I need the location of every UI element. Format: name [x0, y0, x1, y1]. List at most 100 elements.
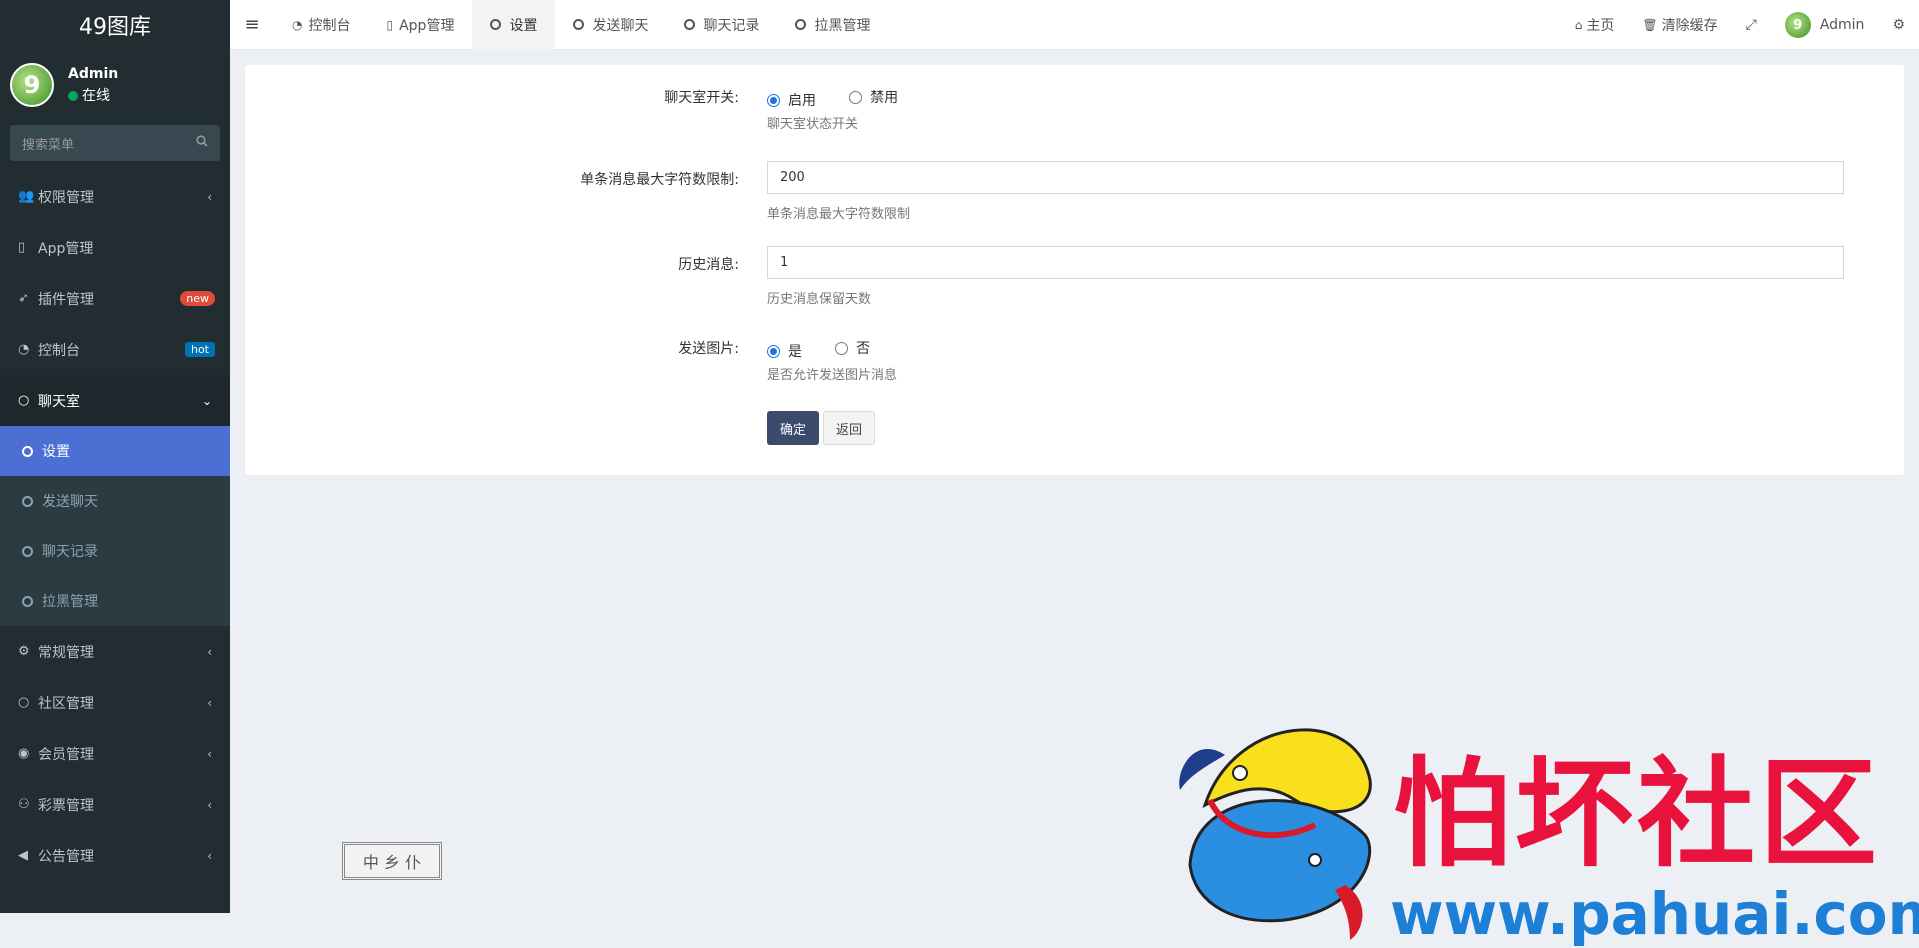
sidebar-item-members[interactable]: ◉ 会员管理 ‹: [0, 728, 230, 779]
menu-toggle-icon[interactable]: ≡: [230, 14, 274, 35]
chat-switch-on-radio[interactable]: 启用: [767, 90, 816, 110]
user-menu[interactable]: 9 Admin: [1771, 12, 1879, 38]
gears-icon: ⚙: [1892, 17, 1905, 33]
user-status: 在线: [68, 85, 118, 107]
user-status-text: 在线: [82, 88, 110, 104]
chevron-left-icon: ‹: [207, 848, 212, 863]
max-chars-field: 200: [767, 161, 1844, 194]
fullscreen-button[interactable]: ⤢: [1732, 17, 1771, 33]
sidebar-item-label: 会员管理: [38, 746, 94, 763]
app-logo[interactable]: 49图库: [0, 0, 230, 50]
tab-label: 拉黑管理: [814, 17, 871, 34]
tab-label: App管理: [399, 17, 455, 34]
sidebar-item-chatroom[interactable]: ○ 聊天室 ⌄: [0, 375, 230, 426]
menu-search-input[interactable]: 搜索菜单: [10, 125, 220, 161]
top-right-nav: ⌂ 主页 🗑 清除缓存 ⤢ 9 Admin ⚙: [1561, 0, 1919, 50]
clear-cache-label: 清除缓存: [1661, 18, 1718, 34]
sidebar-item-label: 社区管理: [38, 695, 94, 712]
avatar: 9: [10, 63, 54, 107]
circle-icon: [573, 19, 585, 30]
sidebar-subitem-label: 拉黑管理: [42, 594, 98, 610]
settings-button[interactable]: ⚙: [1878, 17, 1919, 33]
sidebar-item-label: 彩票管理: [38, 797, 94, 814]
history-input[interactable]: 1: [767, 246, 1844, 279]
chat-switch-field: 启用 禁用: [767, 87, 926, 110]
tab-app[interactable]: ▯ App管理: [368, 0, 472, 50]
send-image-yes-radio[interactable]: 是: [767, 341, 802, 361]
dashboard-icon: ◔: [292, 17, 303, 32]
circle-icon: ○: [18, 695, 30, 710]
chevron-left-icon: ‹: [207, 746, 212, 761]
dashboard-icon: ◔: [18, 342, 30, 357]
circle-icon: [22, 445, 33, 457]
chat-switch-on-label: 启用: [788, 93, 816, 109]
chat-switch-label: 聊天室开关:: [664, 90, 739, 106]
circle-icon: [684, 19, 696, 30]
sidebar-subitem-blacklist[interactable]: 拉黑管理: [0, 576, 230, 626]
users-icon: 👥: [18, 189, 35, 204]
chevron-left-icon: ‹: [207, 644, 212, 659]
sidebar-item-label: App管理: [38, 240, 94, 257]
tab-send-chat[interactable]: 发送聊天: [555, 0, 666, 50]
submit-button[interactable]: 确定: [767, 411, 819, 445]
sidebar-item-general[interactable]: ⚙ 常规管理 ‹: [0, 626, 230, 677]
history-field: 1: [767, 246, 1844, 279]
top-navbar: ≡ ◔ 控制台 ▯ App管理 设置 发送聊天 聊天记录 拉黑管理 ⌂ 主页 🗑…: [230, 0, 1919, 50]
sidebar-item-label: 公告管理: [38, 848, 94, 865]
sidebar-item-app[interactable]: ▯ App管理: [0, 222, 230, 273]
history-help: 历史消息保留天数: [767, 292, 872, 307]
sidebar-item-lottery[interactable]: ⚇ 彩票管理 ‹: [0, 779, 230, 830]
back-button[interactable]: 返回: [823, 411, 875, 445]
tab-chat-log[interactable]: 聊天记录: [666, 0, 777, 50]
tab-label: 设置: [509, 17, 538, 34]
sidebar-subitem-chat-log[interactable]: 聊天记录: [0, 526, 230, 576]
sidebar-item-announcements[interactable]: ◀ 公告管理 ‹: [0, 830, 230, 881]
chevron-down-icon: ⌄: [201, 393, 212, 408]
rocket-icon: ➶: [18, 291, 29, 306]
file-icon: ▯: [18, 240, 26, 255]
search-icon[interactable]: [196, 135, 208, 151]
radio-unchecked-icon: [849, 90, 863, 104]
sidebar-subitem-settings[interactable]: 设置: [0, 426, 230, 476]
tab-label: 控制台: [308, 17, 351, 34]
chat-switch-off-radio[interactable]: 禁用: [849, 87, 898, 107]
sidebar-item-dashboard[interactable]: ◔ 控制台 hot: [0, 324, 230, 375]
tab-label: 聊天记录: [703, 17, 760, 34]
send-image-yes-label: 是: [788, 344, 802, 360]
sidebar-item-label: 权限管理: [38, 189, 94, 206]
send-image-no-radio[interactable]: 否: [835, 338, 870, 358]
send-image-no-label: 否: [856, 341, 871, 357]
user-panel: 9 Admin 在线: [0, 50, 230, 120]
home-label: 主页: [1586, 18, 1615, 34]
home-link[interactable]: ⌂ 主页: [1561, 15, 1629, 35]
sidebar-item-permissions[interactable]: 👥 权限管理 ‹: [0, 171, 230, 222]
avatar: 9: [1784, 12, 1811, 38]
badge-hot: hot: [184, 342, 215, 357]
chat-switch-help: 聊天室状态开关: [767, 117, 859, 132]
user-menu-label: Admin: [1819, 17, 1865, 33]
trash-icon: 🗑: [1642, 18, 1658, 32]
clear-cache-button[interactable]: 🗑 清除缓存: [1628, 15, 1731, 35]
tab-blacklist[interactable]: 拉黑管理: [777, 0, 888, 50]
main-content: 聊天室开关: 启用 禁用 聊天室状态开关 单条消息最大字符数限制: 200 单条…: [230, 50, 1919, 943]
sidebar-item-community[interactable]: ○ 社区管理 ‹: [0, 677, 230, 728]
cogs-icon: ⚙: [18, 644, 30, 659]
circle-icon: [795, 19, 807, 30]
tab-settings[interactable]: 设置: [472, 0, 556, 50]
online-status-icon: [68, 91, 78, 101]
expand-icon: ⤢: [1745, 17, 1757, 33]
user-circle-icon: ◉: [18, 746, 30, 761]
send-image-help: 是否允许发送图片消息: [767, 368, 898, 383]
radio-checked-icon: [767, 93, 780, 107]
sidebar-item-plugins[interactable]: ➶ 插件管理 new: [0, 273, 230, 324]
sidebar-item-label: 聊天室: [38, 393, 80, 410]
sidebar-subitem-send-chat[interactable]: 发送聊天: [0, 476, 230, 526]
sidebar-item-label: 控制台: [38, 342, 80, 359]
history-label: 历史消息:: [678, 257, 739, 273]
file-icon: ▯: [386, 17, 394, 32]
sidebar-item-label: 插件管理: [38, 291, 94, 308]
circle-icon: [490, 19, 502, 30]
circle-icon: [22, 495, 33, 507]
max-chars-input[interactable]: 200: [767, 161, 1844, 194]
tab-dashboard[interactable]: ◔ 控制台: [274, 0, 368, 50]
